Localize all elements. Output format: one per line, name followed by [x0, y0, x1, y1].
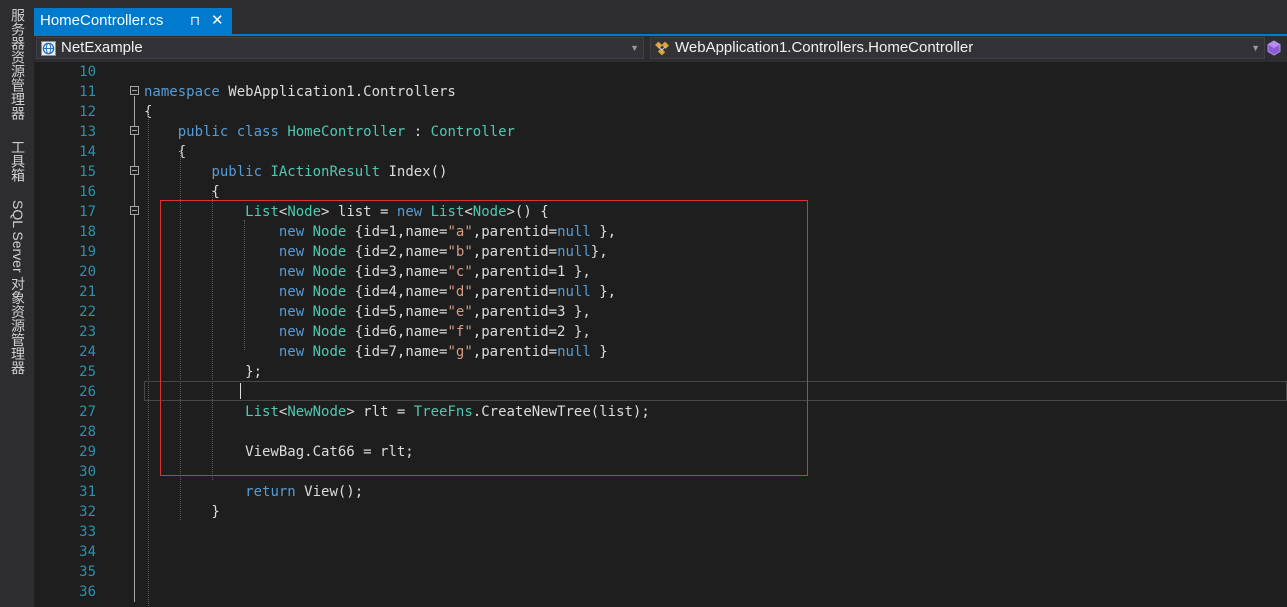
code-token: HomeController [287, 124, 406, 140]
collapse-icon[interactable] [130, 126, 139, 135]
collapse-icon[interactable] [130, 86, 139, 95]
tab-title: HomeController.cs [40, 12, 164, 29]
code-token: : [405, 124, 431, 140]
line-number: 21 [79, 284, 96, 300]
code-line[interactable]: } [144, 502, 220, 522]
line-number: 26 [79, 384, 96, 400]
line-number: 15 [79, 164, 96, 180]
code-token: WebApplication1.Controllers [219, 84, 456, 100]
code-token: class [236, 124, 279, 140]
line-number: 29 [79, 444, 96, 460]
line-number: 31 [79, 484, 96, 500]
chevron-down-icon: ▼ [1251, 43, 1260, 53]
project-name: NetExample [61, 39, 143, 56]
code-line[interactable]: return View(); [144, 482, 363, 502]
code-token: return [245, 484, 296, 500]
document-tab-strip: HomeController.cs ⊓ ✕ [34, 0, 1287, 36]
code-line[interactable]: public IActionResult Index() [144, 162, 447, 182]
side-tab-toolbox[interactable]: 工具箱 [8, 140, 28, 182]
line-number: 16 [79, 184, 96, 200]
code-token: { [144, 184, 220, 200]
line-number: 11 [79, 84, 96, 100]
code-token: public [177, 124, 229, 140]
tab-homecontroller[interactable]: HomeController.cs ⊓ ✕ [34, 8, 232, 34]
line-number: 30 [79, 464, 96, 480]
line-number: 25 [79, 364, 96, 380]
line-number: 24 [79, 344, 96, 360]
line-number: 14 [79, 144, 96, 160]
line-number: 10 [79, 64, 96, 80]
side-tab-server-explorer[interactable]: 服务器资源管理器 [8, 8, 28, 120]
side-tool-strip: 服务器资源管理器 工具箱 SQL Server 对象资源管理器 [0, 0, 34, 607]
line-number: 17 [79, 204, 96, 220]
line-number: 13 [79, 124, 96, 140]
line-number: 33 [79, 524, 96, 540]
code-token: View(); [295, 484, 364, 500]
class-dropdown[interactable]: WebApplication1.Controllers.HomeControll… [650, 37, 1265, 59]
line-number: 36 [79, 584, 96, 600]
code-token: IActionResult [270, 164, 381, 180]
collapse-icon[interactable] [130, 166, 139, 175]
line-number: 34 [79, 544, 96, 560]
collapse-icon[interactable] [130, 206, 139, 215]
class-icon [655, 41, 669, 56]
line-number: 20 [79, 264, 96, 280]
line-number: 27 [79, 404, 96, 420]
annotation-highlight-box [160, 200, 808, 476]
navigation-bar: NetExample ▼ WebApplication1.Controllers… [34, 36, 1287, 62]
line-number: 32 [79, 504, 96, 520]
line-number: 22 [79, 304, 96, 320]
line-number: 19 [79, 244, 96, 260]
class-name: WebApplication1.Controllers.HomeControll… [675, 39, 974, 56]
code-token: public [211, 164, 263, 180]
code-token: namespace [144, 84, 220, 100]
line-number: 28 [79, 424, 96, 440]
code-line[interactable]: { [144, 182, 220, 202]
member-cube-icon[interactable] [1267, 40, 1281, 56]
pin-icon[interactable]: ⊓ [190, 8, 200, 34]
line-number: 23 [79, 324, 96, 340]
line-number: 12 [79, 104, 96, 120]
indent-guide [148, 110, 149, 607]
close-icon[interactable]: ✕ [211, 8, 224, 34]
code-line[interactable]: public class HomeController : Controller [144, 122, 515, 142]
code-token: Controller [430, 124, 515, 140]
line-number: 35 [79, 564, 96, 580]
side-tab-sql-server-explorer[interactable]: SQL Server 对象资源管理器 [8, 200, 28, 375]
code-line[interactable]: namespace WebApplication1.Controllers [144, 82, 456, 102]
code-token: } [144, 504, 220, 520]
code-token: Index() [380, 164, 448, 180]
project-dropdown[interactable]: NetExample ▼ [36, 37, 644, 59]
code-editor[interactable]: 10 11 12 13 14 15 16 17 18 19 20 21 22 23 24 25 26 27 28 29… [34, 62, 1287, 607]
outline-end-mark [134, 511, 135, 521]
chevron-down-icon: ▼ [630, 43, 639, 53]
globe-icon [41, 41, 56, 56]
line-number: 18 [79, 224, 96, 240]
